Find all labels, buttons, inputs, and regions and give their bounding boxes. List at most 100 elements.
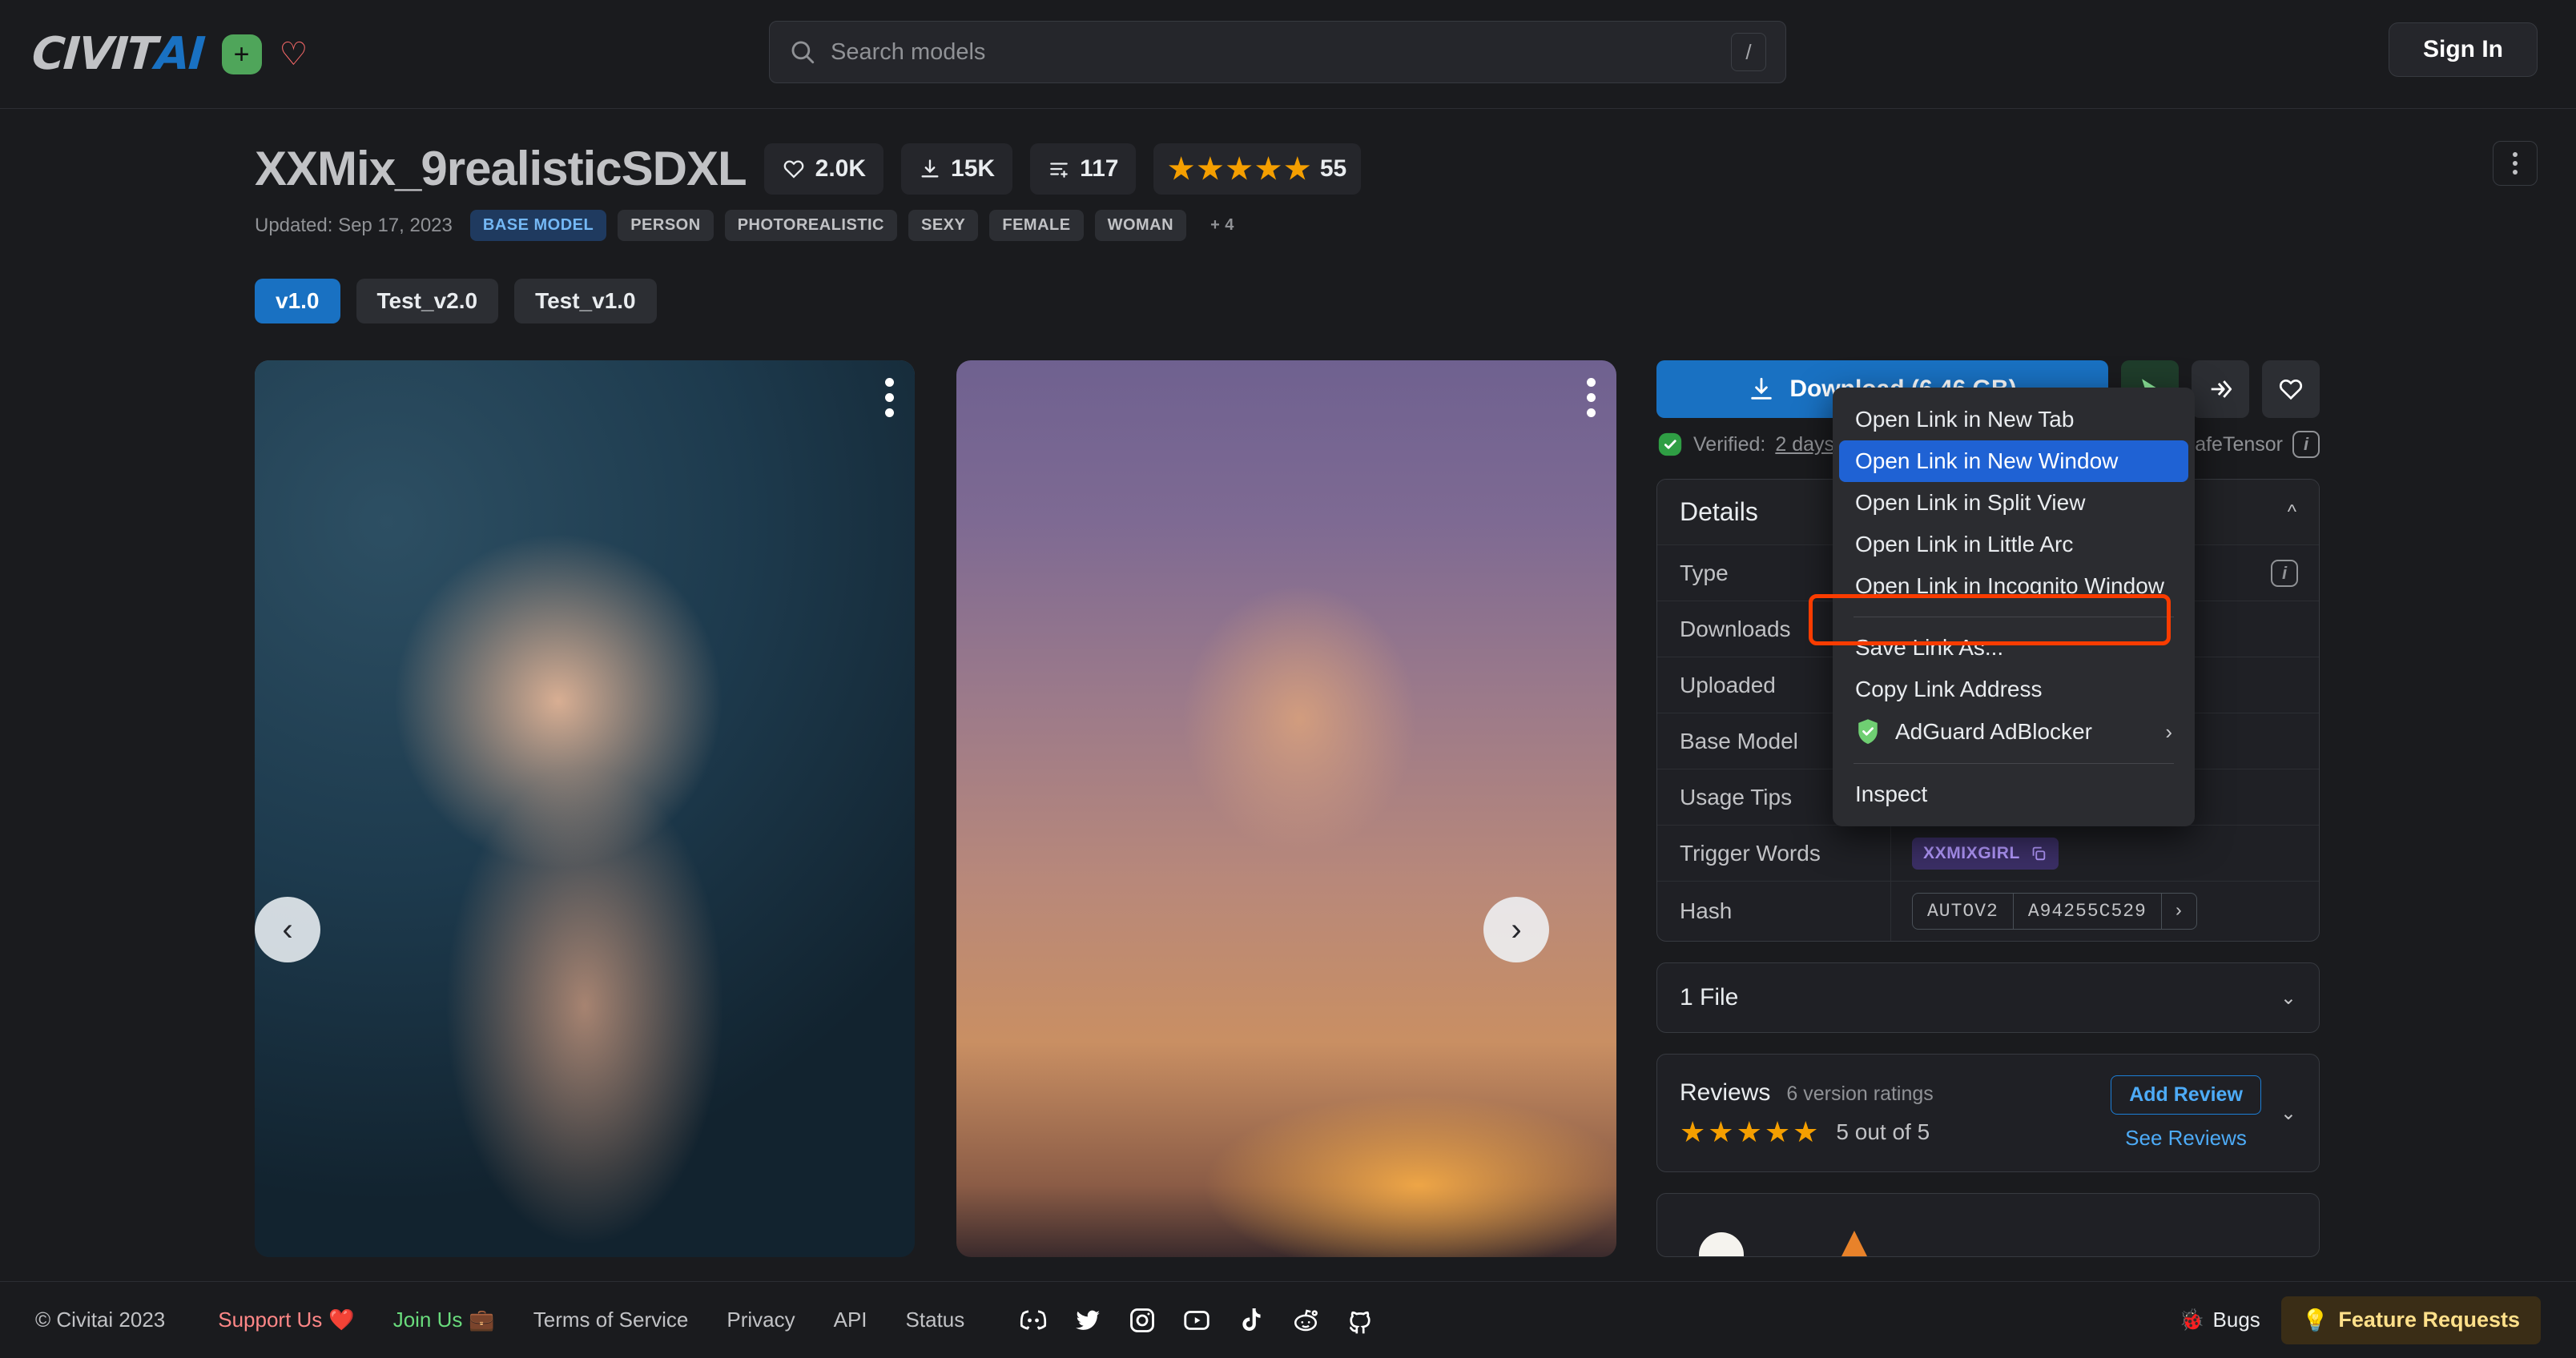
sign-in-button[interactable]: Sign In [2389,22,2538,77]
hash-expand-icon[interactable]: › [2162,894,2196,929]
info-icon[interactable]: i [2292,431,2320,458]
ctx-adguard-adblocker[interactable]: AdGuard AdBlocker › [1833,710,2195,753]
tag-photorealistic[interactable]: PHOTOREALISTIC [724,210,897,241]
info-icon[interactable]: i [2271,559,2298,587]
search-input[interactable]: Search models / [769,21,1786,83]
favorite-button[interactable] [2262,360,2320,418]
star-icon: ★ [1793,1115,1819,1148]
tab-v1-0[interactable]: v1.0 [255,279,340,323]
verified-time[interactable]: 2 days [1775,433,1834,456]
thumbnail-preview-2 [1840,1231,1869,1256]
likes-count: 2.0K [815,155,867,182]
ctx-adguard-label: AdGuard AdBlocker [1895,719,2092,744]
gallery-prev-button[interactable]: ‹ [255,897,320,962]
twitter-icon[interactable] [1073,1306,1102,1335]
ctx-copy-link-address[interactable]: Copy Link Address [1833,669,2195,710]
tag-female[interactable]: FEMALE [989,210,1084,241]
menu-divider [1854,763,2174,764]
youtube-icon[interactable] [1182,1306,1211,1335]
discord-icon[interactable] [1019,1306,1048,1335]
dot-icon [1587,408,1596,417]
search-icon [791,41,815,64]
files-panel[interactable]: 1 File ⌄ [1656,962,2320,1033]
dot-icon [885,408,894,417]
footer-link-privacy[interactable]: Privacy [727,1308,795,1332]
footer-social-links [1019,1306,1375,1335]
share-button[interactable] [2192,360,2249,418]
model-options-menu-button[interactable] [2493,141,2538,186]
footer-link-status[interactable]: Status [906,1308,965,1332]
tab-test-v2-0[interactable]: Test_v2.0 [356,279,499,323]
footer-link-support-us[interactable]: Support Us ❤️ [218,1308,354,1332]
github-icon[interactable] [1346,1306,1375,1335]
ctx-open-link-new-tab[interactable]: Open Link in New Tab [1833,399,2195,440]
add-review-button[interactable]: Add Review [2111,1075,2261,1115]
reviews-stars: ★ ★ ★ ★ ★ [1680,1118,1818,1147]
footer-link-terms[interactable]: Terms of Service [533,1308,689,1332]
heart-emoji-icon: ❤️ [328,1308,355,1332]
lightbulb-emoji-icon: 💡 [2301,1308,2329,1332]
reddit-icon[interactable] [1291,1306,1320,1335]
page-title: XXMix_9realisticSDXL [255,142,747,195]
files-label: 1 File [1680,984,1739,1010]
see-reviews-link[interactable]: See Reviews [2125,1126,2247,1151]
tag-base-model[interactable]: BASE MODEL [469,210,607,241]
reviews-subtitle: 6 version ratings [1786,1083,1934,1105]
create-plus-button[interactable]: + [221,34,262,74]
reviews-title: Reviews [1680,1079,1771,1106]
footer-link-api[interactable]: API [834,1308,867,1332]
downloads-stat[interactable]: 15K [901,143,1013,195]
trigger-word-badge[interactable]: XXMIXGIRL [1912,837,2059,870]
chevron-down-icon[interactable]: ⌄ [2280,1102,2296,1125]
logo-civit-text: CIVIT [30,27,158,80]
image-gallery-panel[interactable] [1656,1193,2320,1257]
chevron-up-icon[interactable]: ^ [2288,501,2296,524]
likes-stat[interactable]: 2.0K [763,143,884,195]
reviews-score-row: ★ ★ ★ ★ ★ 5 out of 5 [1680,1118,2111,1147]
reviews-panel: Reviews 6 version ratings ★ ★ ★ ★ ★ 5 ou… [1656,1054,2320,1172]
footer-link-label: Join Us [392,1308,463,1332]
rating-stat[interactable]: ★ ★ ★ ★ ★ 55 [1153,143,1362,195]
ctx-save-link-as[interactable]: Save Link As... [1833,627,2195,669]
chevron-down-icon[interactable]: ⌄ [2280,986,2296,1010]
reviews-score-text: 5 out of 5 [1836,1119,1930,1144]
ctx-open-link-split-view[interactable]: Open Link in Split View [1833,482,2195,524]
gallery-image-1[interactable] [255,360,915,1257]
image-options-button-2[interactable] [1587,378,1596,417]
heart-icon [783,159,803,179]
gallery-image-2[interactable] [956,360,1616,1257]
ctx-open-link-incognito[interactable]: Open Link in Incognito Window [1833,565,2195,607]
footer-link-join-us[interactable]: Join Us 💼 [393,1308,495,1332]
heart-icon[interactable]: ♡ [280,38,308,70]
downloads-count: 15K [951,155,996,182]
tab-test-v1-0[interactable]: Test_v1.0 [514,279,657,323]
star-icon: ★ [1680,1115,1706,1148]
detail-label: Trigger Words [1657,826,1891,881]
image-preview [956,360,1616,1257]
image-options-button-1[interactable] [885,378,894,417]
comments-stat[interactable]: 117 [1030,143,1137,195]
tag-sexy[interactable]: SEXY [908,210,979,241]
feature-requests-button[interactable]: 💡 Feature Requests [2280,1296,2541,1344]
copy-icon[interactable] [2030,845,2047,862]
star-icon: ★ [1736,1115,1762,1148]
ctx-inspect[interactable]: Inspect [1833,773,2195,815]
ctx-open-link-little-arc[interactable]: Open Link in Little Arc [1833,524,2195,565]
star-icon: ★ [1284,151,1310,185]
reviews-header: Reviews 6 version ratings [1680,1079,2111,1107]
civitai-logo[interactable]: CIVIT AI [30,27,206,80]
chevron-right-icon: › [2165,719,2172,744]
gallery-next-button[interactable]: › [1483,897,1549,962]
tag-more-count[interactable]: + 4 [1197,210,1247,241]
star-icon: ★ [1168,151,1194,185]
detail-label: Hash [1657,882,1891,941]
hash-group[interactable]: AUTOV2 A94255C529 › [1912,893,2197,930]
tag-woman[interactable]: WOMAN [1094,210,1187,241]
bugs-link[interactable]: 🐞 Bugs [2179,1308,2260,1332]
instagram-icon[interactable] [1128,1306,1157,1335]
tag-person[interactable]: PERSON [618,210,714,241]
ctx-open-link-new-window[interactable]: Open Link in New Window [1839,440,2188,482]
hash-type: AUTOV2 [1913,894,2014,929]
star-icon: ★ [1197,151,1224,185]
tiktok-icon[interactable] [1237,1306,1266,1335]
